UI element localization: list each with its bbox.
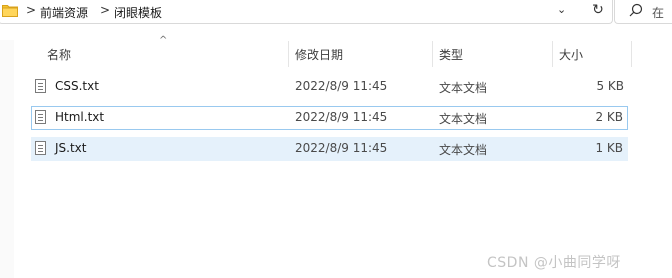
column-divider[interactable] [552,41,553,67]
file-modified: 2022/8/9 11:45 [295,79,388,93]
address-bar[interactable] [0,0,613,24]
chevron-down-icon[interactable]: ⌄ [557,3,566,16]
column-divider[interactable] [631,41,632,67]
file-modified: 2022/8/9 11:45 [295,110,388,124]
sort-ascending-icon: ^ [159,35,168,46]
search-placeholder: 在 [652,6,665,20]
file-modified: 2022/8/9 11:45 [295,141,388,155]
file-type: 文本文档 [439,112,488,126]
column-header-name[interactable]: 名称 [47,46,71,66]
file-size: 1 KB [595,141,623,155]
file-type: 文本文档 [439,81,488,95]
text-file-icon [35,110,46,124]
address-bar-row: > 前端资源 > 闭眼模板 ⌄ ↻ 在 [0,0,672,24]
navigation-pane [0,40,14,278]
watermark: CSDN @小曲同学呀 [487,255,621,271]
file-size: 2 KB [595,110,623,124]
text-file-icon [35,141,46,155]
column-divider[interactable] [432,41,433,67]
refresh-icon[interactable]: ↻ [589,0,607,20]
file-name[interactable]: CSS.txt [55,79,99,93]
file-row[interactable]: Html.txt 2022/8/9 11:45 文本文档 2 KB [31,106,628,130]
column-divider[interactable] [288,41,289,67]
breadcrumb-separator[interactable]: > [26,3,36,17]
search-icon [629,3,643,17]
column-header-modified[interactable]: 修改日期 [295,46,343,66]
file-name[interactable]: JS.txt [55,141,86,155]
text-file-icon [35,79,46,93]
breadcrumb-separator[interactable]: > [100,3,110,17]
breadcrumb-item-frontend[interactable]: 前端资源 [40,4,88,21]
folder-icon [2,5,18,17]
file-name[interactable]: Html.txt [55,110,104,124]
breadcrumb-item-template[interactable]: 闭眼模板 [114,4,162,21]
file-row-selected[interactable]: JS.txt 2022/8/9 11:45 文本文档 1 KB [31,137,628,161]
column-header-size[interactable]: 大小 [559,46,583,66]
file-type: 文本文档 [439,143,488,157]
file-size: 5 KB [596,79,624,93]
column-header-type[interactable]: 类型 [439,46,463,66]
file-row[interactable]: CSS.txt 2022/8/9 11:45 文本文档 5 KB [31,75,628,99]
